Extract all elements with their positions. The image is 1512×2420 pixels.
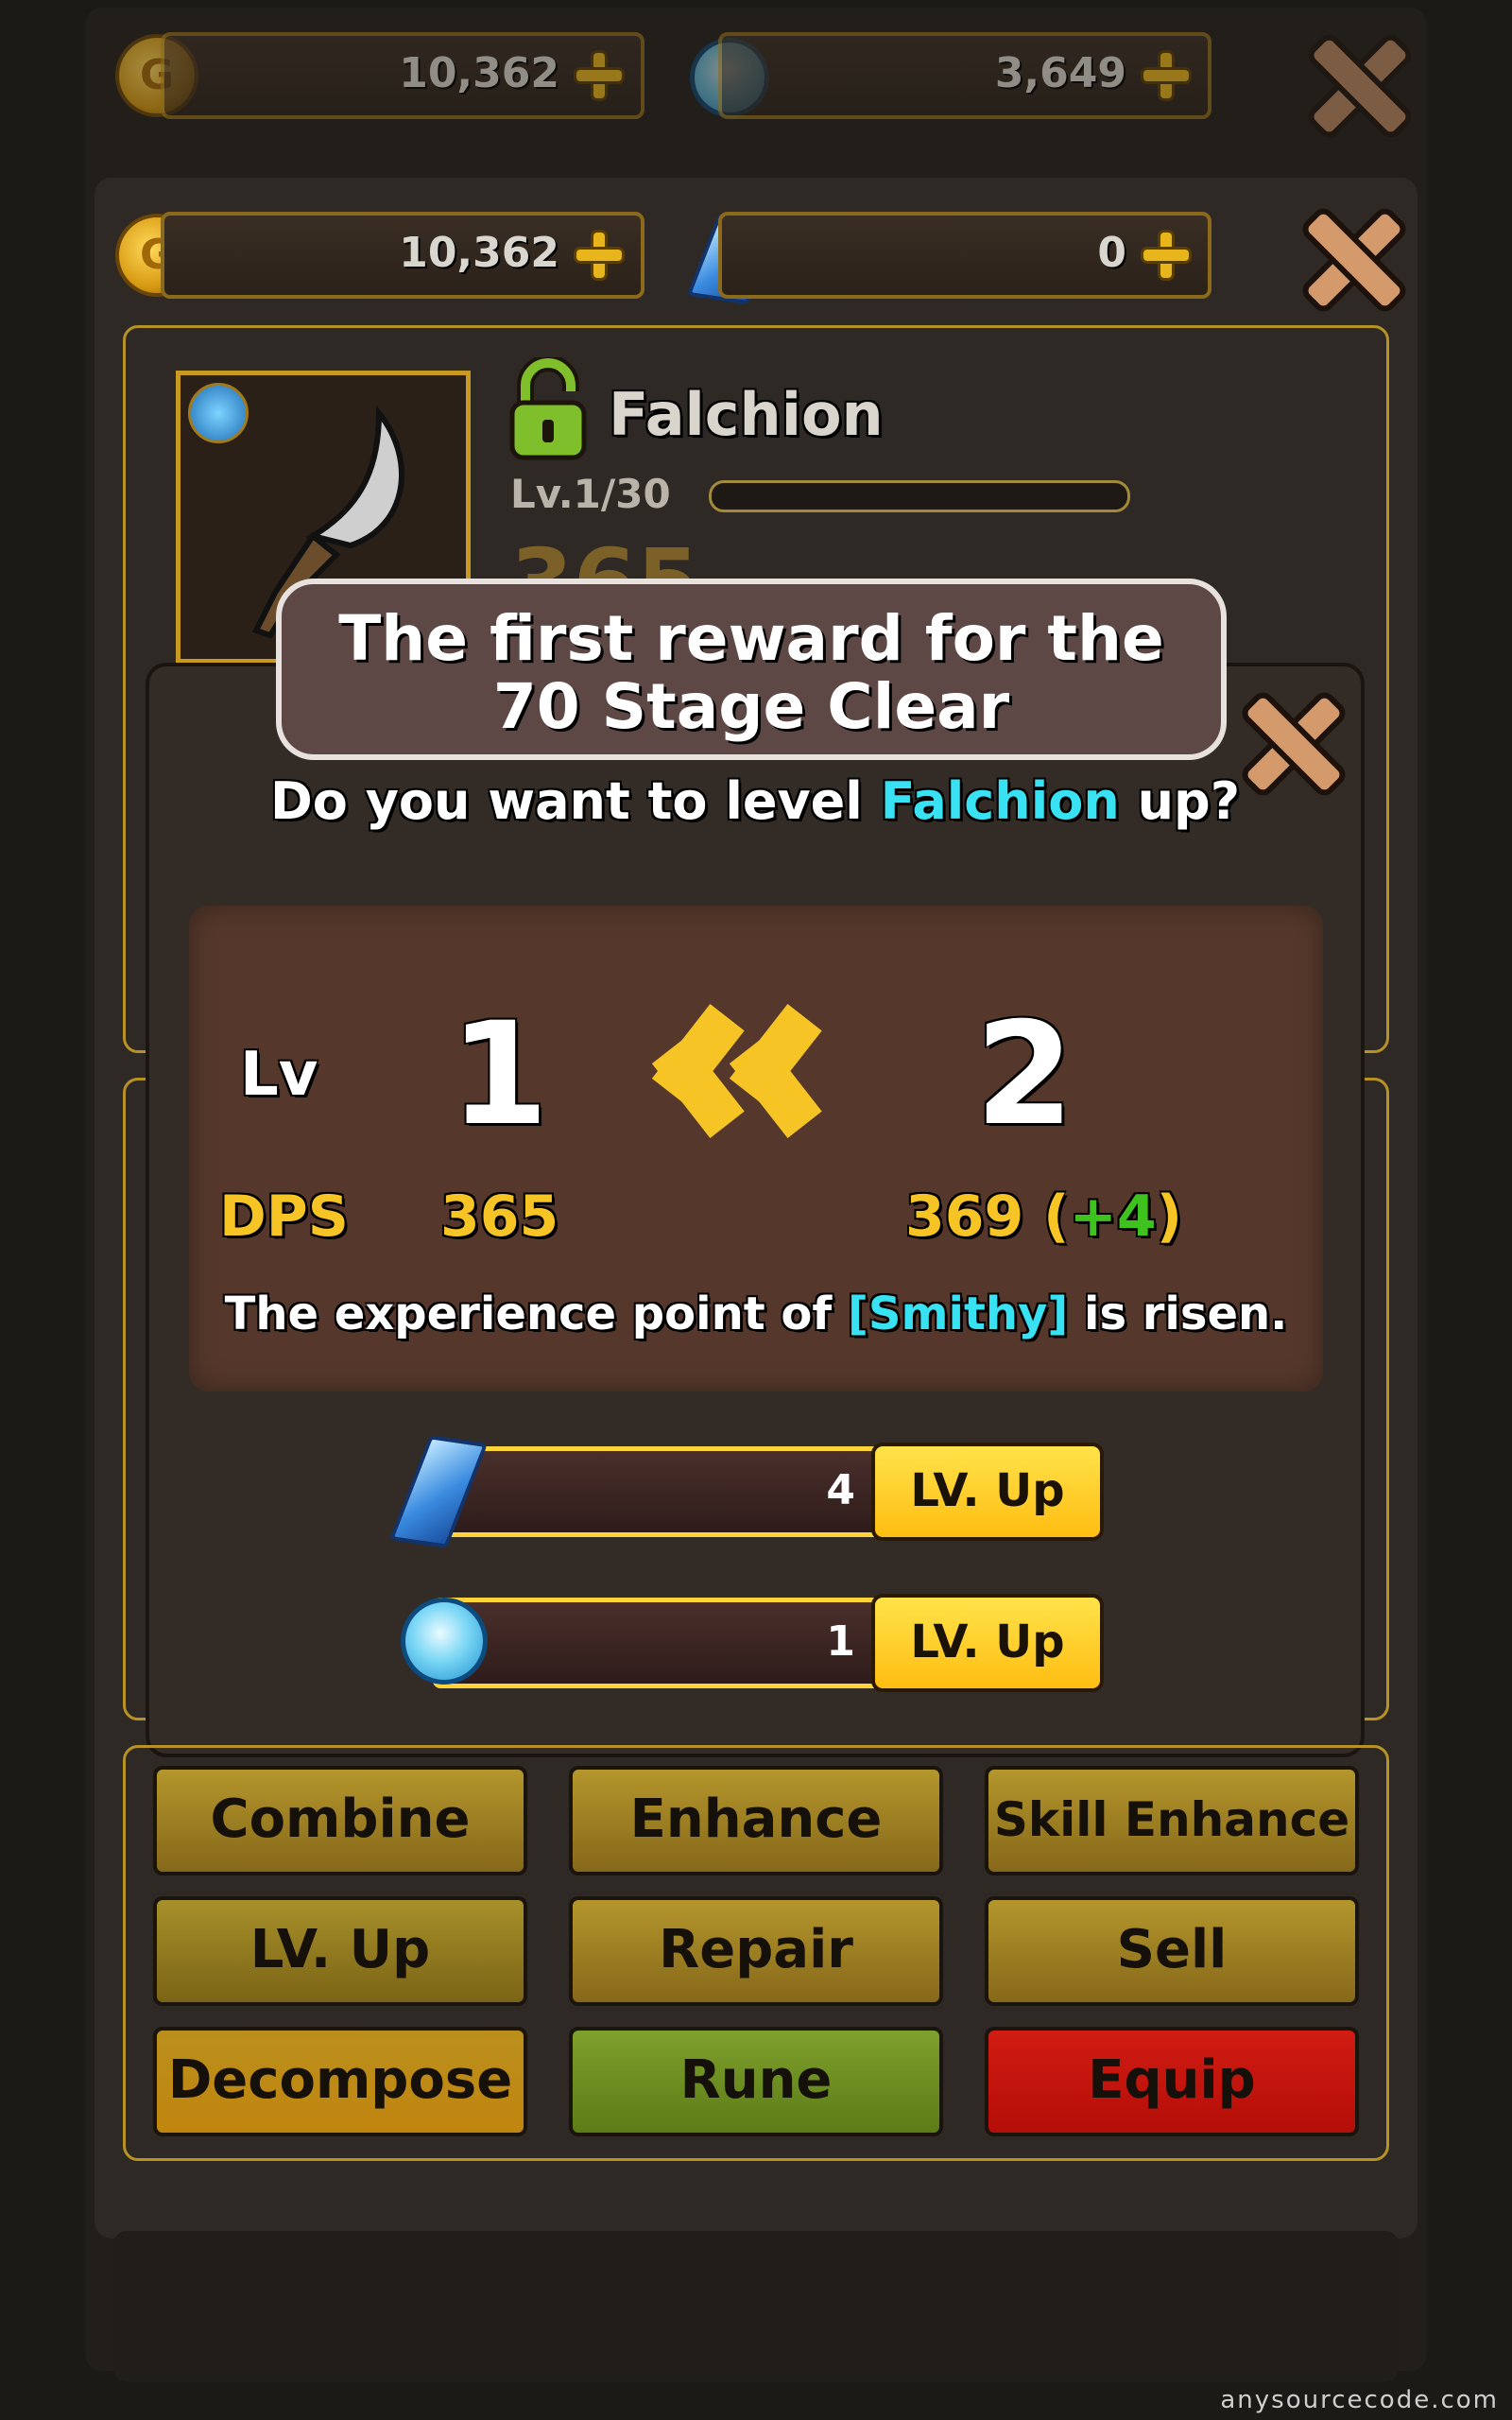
add-gold-icon[interactable] (575, 231, 624, 280)
lv-from: 1 (450, 993, 549, 1157)
level-up-question: Do you want to level Falchion up? (149, 771, 1361, 831)
skill-enhance-button[interactable]: Skill Enhance (985, 1766, 1359, 1876)
add-crystal-icon[interactable] (1142, 231, 1191, 280)
dps-to: 369 (905, 1184, 1024, 1250)
repair-button[interactable]: Repair (569, 1896, 943, 2006)
bottom-slots (113, 2231, 1399, 2382)
rune-button[interactable]: Rune (569, 2027, 943, 2136)
reward-title-line1: The first reward for the (338, 602, 1164, 675)
gem-bar-back: 3,649 (718, 32, 1211, 119)
gold-value-back: 10,362 (399, 49, 559, 97)
dps-from: 365 (440, 1184, 559, 1250)
plus-icon (1142, 51, 1191, 100)
crystal-cost-value: 4 (826, 1466, 855, 1514)
crystal-bar[interactable]: 0 (718, 212, 1211, 299)
exp-name: [Smithy] (847, 1288, 1069, 1340)
diamond-cost-icon (401, 1598, 488, 1685)
item-name: Falchion (609, 380, 884, 449)
dps-to-group: 369 (+4) (905, 1184, 1183, 1250)
dps-label: DPS (219, 1184, 349, 1250)
gem-value-back: 3,649 (994, 49, 1126, 97)
lv-up-button[interactable]: LV. Up (153, 1896, 527, 2006)
question-suffix: up? (1119, 771, 1241, 831)
diamond-lv-up-button[interactable]: LV. Up (871, 1594, 1104, 1692)
decompose-button[interactable]: Decompose (153, 2027, 527, 2136)
reward-title-box: The first reward for the 70 Stage Clear (276, 579, 1227, 760)
question-prefix: Do you want to level (269, 771, 881, 831)
watermark: anysourcecode.com (1220, 2386, 1499, 2414)
crystal-value: 0 (1097, 229, 1126, 277)
lv-to: 2 (975, 993, 1074, 1157)
close-icon-back (1300, 28, 1404, 132)
enhance-button[interactable]: Enhance (569, 1766, 943, 1876)
diamond-cost-value: 1 (826, 1617, 855, 1666)
dps-delta: +4 (1069, 1184, 1157, 1250)
question-item-name: Falchion (880, 771, 1120, 831)
item-level-progress-bar (709, 480, 1130, 512)
gold-bar-back: 10,362 (161, 32, 644, 119)
crystal-lv-up-button[interactable]: LV. Up (871, 1443, 1104, 1541)
experience-message: The experience point of [Smithy] is rise… (189, 1288, 1323, 1340)
diamond-cost-bar: 1 (433, 1598, 886, 1688)
plus-icon (575, 51, 624, 100)
close-icon[interactable] (1295, 202, 1399, 306)
gold-value: 10,362 (399, 229, 559, 277)
exp-suffix: is risen. (1068, 1288, 1288, 1340)
exp-prefix: The experience point of (224, 1288, 848, 1340)
crystal-cost-bar: 4 (433, 1446, 886, 1537)
lv-label: Lv (240, 1040, 318, 1110)
combine-button[interactable]: Combine (153, 1766, 527, 1876)
item-level: Lv.1/30 (510, 471, 671, 517)
equip-button[interactable]: Equip (985, 2027, 1359, 2136)
gold-bar[interactable]: 10,362 (161, 212, 644, 299)
reward-title-line2: 70 Stage Clear (492, 670, 1010, 743)
arrow-chevron-icon-2 (747, 991, 832, 1151)
unlocked-lock-icon (509, 357, 587, 460)
sell-button[interactable]: Sell (985, 1896, 1359, 2006)
